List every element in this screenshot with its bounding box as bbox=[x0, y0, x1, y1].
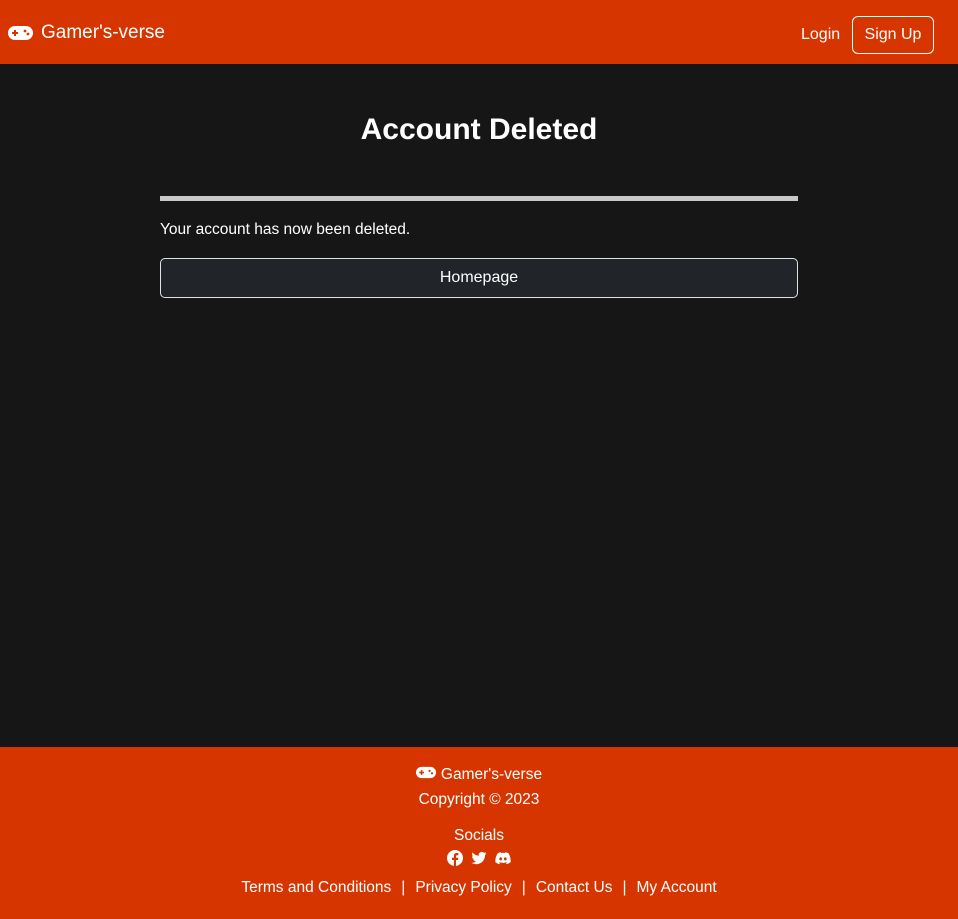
gamepad-icon bbox=[8, 25, 33, 41]
twitter-icon[interactable] bbox=[471, 850, 487, 866]
navbar: Gamer's-verse Login Sign Up bbox=[0, 0, 958, 64]
deleted-message: Your account has now been deleted. bbox=[160, 221, 411, 238]
page-title: Account Deleted bbox=[360, 113, 598, 146]
gamepad-icon bbox=[415, 766, 436, 784]
link-separator: | bbox=[401, 879, 406, 896]
discord-icon[interactable] bbox=[495, 850, 511, 866]
brand-link[interactable]: Gamer's-verse bbox=[8, 20, 165, 46]
footer-brand: Gamer's-verse bbox=[0, 766, 958, 784]
socials-list bbox=[0, 850, 958, 866]
copyright-text: Copyright © 2023 bbox=[418, 791, 540, 808]
login-link[interactable]: Login bbox=[801, 26, 840, 44]
terms-link[interactable]: Terms and Conditions bbox=[241, 879, 391, 897]
link-separator: | bbox=[622, 879, 627, 896]
homepage-button[interactable]: Homepage bbox=[160, 258, 798, 298]
footer-brand-name: Gamer's-verse bbox=[440, 766, 543, 783]
facebook-icon[interactable] bbox=[447, 850, 463, 866]
contact-link[interactable]: Contact Us bbox=[536, 879, 613, 897]
divider bbox=[160, 196, 798, 201]
socials-title: Socials bbox=[454, 827, 504, 844]
main-content: Account Deleted Your account has now bee… bbox=[0, 64, 958, 747]
brand-name: Gamer's-verse bbox=[41, 22, 165, 43]
privacy-link[interactable]: Privacy Policy bbox=[415, 879, 511, 897]
my-account-link[interactable]: My Account bbox=[637, 879, 717, 897]
link-separator: | bbox=[521, 879, 526, 896]
signup-button[interactable]: Sign Up bbox=[852, 16, 934, 54]
footer-links: Terms and Conditions | Privacy Policy | … bbox=[0, 879, 958, 897]
footer: Gamer's-verse Copyright © 2023 Socials T… bbox=[0, 747, 958, 919]
